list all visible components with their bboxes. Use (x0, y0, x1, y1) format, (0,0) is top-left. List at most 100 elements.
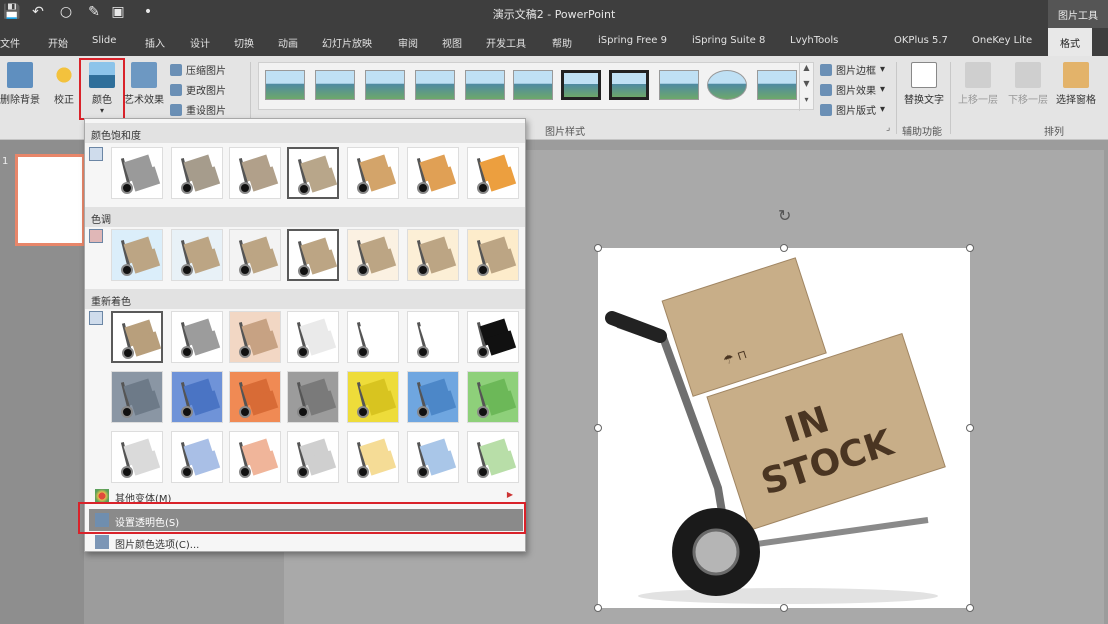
tab-ispring-free[interactable]: iSpring Free 9 (598, 35, 667, 46)
tab-format[interactable]: 格式 (1048, 28, 1092, 56)
picture-style-9[interactable] (659, 70, 699, 100)
tab-view[interactable]: 视图 (442, 35, 462, 50)
gallery-scroll-up-icon[interactable]: ▲ (799, 63, 813, 79)
resize-handle-nw[interactable] (594, 244, 602, 252)
picture-effects-button[interactable]: 图片效果 ▾ (820, 82, 885, 97)
rotate-handle-icon[interactable]: ↻ (778, 206, 791, 225)
tab-lvyhtools[interactable]: LvyhTools (790, 35, 838, 46)
tab-ispring-suite[interactable]: iSpring Suite 8 (692, 35, 765, 46)
tab-help[interactable]: 帮助 (552, 35, 572, 50)
recolor-swatch[interactable] (407, 431, 459, 483)
recolor-swatch[interactable] (171, 311, 223, 363)
selected-picture[interactable]: ☂ ⊓ IN STOCK (598, 248, 970, 608)
tab-home[interactable]: 开始 (48, 35, 68, 50)
tab-file[interactable]: 文件 (0, 35, 20, 50)
remove-background-button[interactable]: 删除背景 (0, 62, 40, 106)
picture-style-1[interactable] (265, 70, 305, 100)
slide-thumbnail[interactable] (15, 154, 85, 246)
saturation-swatch[interactable] (467, 147, 519, 199)
picture-style-6[interactable] (513, 70, 553, 100)
tab-slide[interactable]: Slide (92, 35, 116, 46)
bring-forward-button[interactable]: 上移一层 (954, 62, 1002, 106)
picture-styles-group-label: 图片样式 (545, 127, 585, 138)
selection-pane-button[interactable]: 选择窗格 (1052, 62, 1100, 106)
reset-picture-button[interactable]: 重设图片 (170, 102, 226, 117)
artistic-effects-button[interactable]: 艺术效果 (124, 62, 164, 106)
recolor-swatch[interactable] (287, 311, 339, 363)
picture-style-5[interactable] (465, 70, 505, 100)
recolor-swatch[interactable] (347, 371, 399, 423)
recolor-swatch[interactable] (111, 431, 163, 483)
recolor-swatch[interactable] (287, 431, 339, 483)
send-backward-button[interactable]: 下移一层 (1004, 62, 1052, 106)
resize-handle-e[interactable] (966, 424, 974, 432)
tone-swatch[interactable] (347, 229, 399, 281)
picture-style-7[interactable] (561, 70, 601, 100)
picture-style-8[interactable] (609, 70, 649, 100)
resize-handle-ne[interactable] (966, 244, 974, 252)
gallery-scroll-down-icon[interactable]: ▼ (799, 79, 813, 95)
recolor-swatch[interactable] (407, 371, 459, 423)
alt-text-button[interactable]: 替换文字 (902, 62, 946, 106)
tab-insert[interactable]: 插入 (145, 35, 165, 50)
picture-style-10[interactable] (707, 70, 747, 100)
tab-transitions[interactable]: 切换 (234, 35, 254, 50)
dialog-launcher-icon[interactable]: ⌟ (886, 123, 890, 133)
picture-style-11[interactable] (757, 70, 797, 100)
recolor-swatch[interactable] (467, 371, 519, 423)
saturation-swatch[interactable] (407, 147, 459, 199)
saturation-swatch[interactable] (287, 147, 339, 199)
recolor-swatch[interactable] (229, 431, 281, 483)
recolor-swatch[interactable] (171, 371, 223, 423)
tab-animations[interactable]: 动画 (278, 35, 298, 50)
resize-handle-n[interactable] (780, 244, 788, 252)
selection-pane-icon (1063, 62, 1089, 88)
tone-swatch[interactable] (171, 229, 223, 281)
remove-background-icon (7, 62, 33, 88)
sun-icon (51, 62, 77, 88)
resize-handle-s[interactable] (780, 604, 788, 612)
tab-design[interactable]: 设计 (190, 35, 210, 50)
picture-style-2[interactable] (315, 70, 355, 100)
tone-swatch[interactable] (111, 229, 163, 281)
saturation-swatch[interactable] (229, 147, 281, 199)
recolor-swatch[interactable] (111, 371, 163, 423)
recolor-swatch[interactable] (347, 431, 399, 483)
tone-swatch[interactable] (467, 229, 519, 281)
picture-style-4[interactable] (415, 70, 455, 100)
resize-handle-w[interactable] (594, 424, 602, 432)
recolor-swatch[interactable] (287, 371, 339, 423)
recolor-swatch[interactable] (111, 311, 163, 363)
saturation-swatch[interactable] (347, 147, 399, 199)
slide-thumbnail-pane: 1 (0, 140, 85, 624)
picture-border-button[interactable]: 图片边框 ▾ (820, 62, 885, 77)
recolor-swatch[interactable] (229, 371, 281, 423)
tab-developer[interactable]: 开发工具 (486, 35, 526, 50)
saturation-swatch[interactable] (171, 147, 223, 199)
recolor-swatch[interactable] (467, 311, 519, 363)
gallery-more-icon[interactable]: ▾ (799, 95, 813, 111)
picture-color-options-item[interactable]: 图片颜色选项(C)... (89, 531, 523, 553)
recolor-swatch[interactable] (347, 311, 399, 363)
context-tab-group: 图片工具 (1048, 0, 1108, 28)
tab-slideshow[interactable]: 幻灯片放映 (322, 35, 372, 50)
tab-onekey[interactable]: OneKey Lite (972, 35, 1032, 46)
change-picture-button[interactable]: 更改图片 (170, 82, 226, 97)
recolor-swatch[interactable] (229, 311, 281, 363)
recolor-swatch[interactable] (407, 311, 459, 363)
tone-swatch[interactable] (287, 229, 339, 281)
tab-review[interactable]: 审阅 (398, 35, 418, 50)
corrections-button[interactable]: 校正 (44, 62, 84, 106)
saturation-swatch[interactable] (111, 147, 163, 199)
picture-style-3[interactable] (365, 70, 405, 100)
tone-swatch[interactable] (407, 229, 459, 281)
picture-layout-button[interactable]: 图片版式 ▾ (820, 102, 885, 117)
recolor-swatch[interactable] (467, 431, 519, 483)
recolor-swatch[interactable] (171, 431, 223, 483)
compress-pictures-button[interactable]: 压缩图片 (170, 62, 226, 77)
artistic-effects-icon (131, 62, 157, 88)
resize-handle-se[interactable] (966, 604, 974, 612)
tab-okplus[interactable]: OKPlus 5.7 (894, 35, 948, 46)
tone-swatch[interactable] (229, 229, 281, 281)
resize-handle-sw[interactable] (594, 604, 602, 612)
